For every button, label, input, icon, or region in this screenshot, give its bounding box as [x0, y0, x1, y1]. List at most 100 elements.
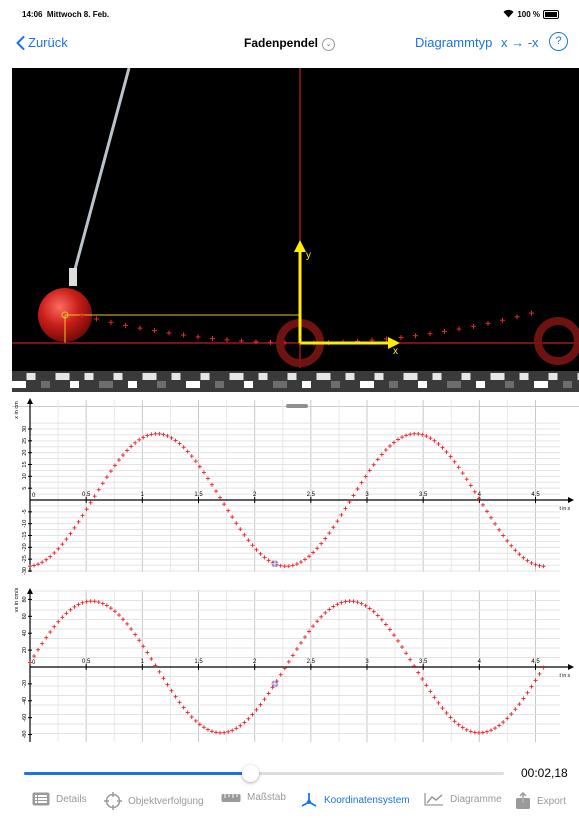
diagram-type-button[interactable]: Diagrammtyp: [415, 35, 492, 50]
ruler-tick: [84, 373, 94, 380]
battery-percent: 100 %: [517, 10, 540, 19]
y-tick-label: -20: [22, 680, 28, 688]
ruler-tick: [128, 381, 137, 388]
ruler-tick: [519, 373, 529, 380]
ruler-tick: [490, 373, 505, 380]
x-tick-label: 2: [253, 659, 257, 665]
tab-coordinate-system[interactable]: Koordinatensystem: [300, 792, 410, 808]
y-axis-arrowhead: [27, 398, 33, 404]
x-tick-label: 4: [478, 659, 482, 665]
tab-details[interactable]: Details: [32, 792, 87, 806]
y-axis-label: x in cm: [14, 401, 20, 419]
x-tick-label: 2: [253, 492, 257, 498]
ruler-tick: [157, 381, 166, 388]
tab-diagrams-label: Diagramme: [450, 793, 502, 805]
ruler-tick: [476, 381, 485, 388]
share-icon: [516, 792, 530, 809]
ruler-tick: [273, 381, 287, 388]
velocity-chart[interactable]: 0,5 1 1,5 2 2,5 3 3,5 4 4,5 0 t in s 20 40 60 80 -20 -40…: [0, 586, 579, 746]
y-tick-label: 15: [22, 461, 28, 467]
battery-icon: [543, 10, 559, 19]
ruler-tick: [374, 373, 384, 380]
x-tick-label: 2,5: [307, 659, 316, 665]
ruler-tick: [55, 373, 70, 380]
y-tick-label: -80: [22, 731, 28, 739]
tab-scale[interactable]: Maßstab: [221, 792, 286, 803]
y-tick-label: -40: [22, 697, 28, 705]
axes-icon: [301, 793, 317, 807]
ruler-tick: [403, 373, 418, 380]
status-bar: 14:06 Mittwoch 8. Feb. 100 %: [0, 0, 579, 22]
playback-time: 00:02,18: [521, 766, 568, 780]
ruler-tick: [345, 373, 355, 380]
ruler-tick: [563, 381, 572, 388]
list-icon: [32, 792, 50, 806]
y-tick-label: -30: [22, 567, 28, 575]
y-tick-label: -5: [22, 509, 28, 514]
y-tick-label: 10: [22, 473, 28, 479]
ruler-tick: [534, 381, 548, 388]
ruler-tick: [70, 381, 79, 388]
ruler-tick: [548, 373, 558, 380]
timeline-thumb[interactable]: [241, 765, 259, 782]
ruler-tick: [142, 373, 157, 380]
pendulum-string: [72, 68, 131, 274]
ruler-tick: [171, 373, 181, 380]
pendulum-clip: [69, 268, 77, 286]
tab-coordinate-system-label: Koordinatensystem: [324, 794, 410, 806]
bottom-toolbar: Details Objektverfolgung Maßstab Koordin…: [0, 788, 579, 816]
x-tick-label: 4: [478, 492, 482, 498]
x-axis-label: t in s: [559, 673, 570, 679]
ruler-tick: [447, 381, 461, 388]
x-tick-label: 2,5: [307, 492, 316, 498]
y-tick-label: 20: [22, 647, 28, 653]
tab-object-tracking[interactable]: Objektverfolgung: [104, 792, 204, 810]
ruler-tick: [200, 373, 210, 380]
status-time-text: 14:06: [22, 10, 43, 19]
ruler-tick: [186, 381, 200, 388]
x-tick-label: 1: [141, 492, 145, 498]
x-axis-arrowhead: [568, 664, 574, 670]
video-frame[interactable]: y x: [12, 68, 579, 392]
timeline-slider[interactable]: [24, 764, 504, 784]
wifi-icon: [503, 9, 514, 20]
axis-y-arrowhead: [294, 240, 306, 252]
x-tick-label: 1,5: [194, 492, 203, 498]
ruler-tick: [229, 373, 244, 380]
ruler-tick: [461, 373, 471, 380]
ruler-tick: [418, 381, 427, 388]
ruler-tick: [360, 381, 374, 388]
ruler-icon: [221, 793, 241, 802]
y-tick-label: 25: [22, 438, 28, 444]
axis-x-label: x: [393, 346, 398, 357]
y-tick-label: 80: [22, 596, 28, 602]
line-chart-icon: [424, 793, 443, 806]
ruler-tick: [505, 381, 514, 388]
ruler-tick: [302, 381, 311, 388]
position-chart[interactable]: 0,5 1 1,5 2 2,5 3 3,5 4 4,50t in s51015202530-5-…: [0, 396, 579, 576]
x-tick-label: 0,5: [82, 492, 91, 498]
tab-scale-label: Maßstab: [247, 792, 286, 803]
y-axis-label: vx in cm/s: [14, 588, 20, 613]
tab-export[interactable]: Export: [515, 792, 566, 810]
y-tick-label: -10: [22, 520, 28, 528]
y-tick-label: 40: [22, 630, 28, 636]
ruler-tick: [12, 381, 26, 388]
y-tick-label: 30: [22, 426, 28, 432]
y-tick-label: -60: [22, 714, 28, 722]
y-tick-label: 20: [22, 450, 28, 456]
scale-handle[interactable]: [534, 317, 579, 365]
ruler-tick: [331, 381, 340, 388]
help-button[interactable]: ?: [549, 32, 568, 51]
ruler-tick: [389, 381, 398, 388]
x-tick-label: 1,5: [194, 659, 203, 665]
ruler-tick: [99, 381, 113, 388]
y-tick-label: 5: [22, 487, 28, 490]
video-scene: y x: [12, 68, 579, 392]
x-tick-label: 3,5: [419, 492, 428, 498]
ruler-tick: [113, 373, 123, 380]
flip-x-button[interactable]: x → -x: [501, 35, 539, 50]
ruler-tick: [432, 373, 442, 380]
y-tick-label: -15: [22, 532, 28, 540]
tab-diagrams[interactable]: Diagramme: [424, 792, 502, 806]
